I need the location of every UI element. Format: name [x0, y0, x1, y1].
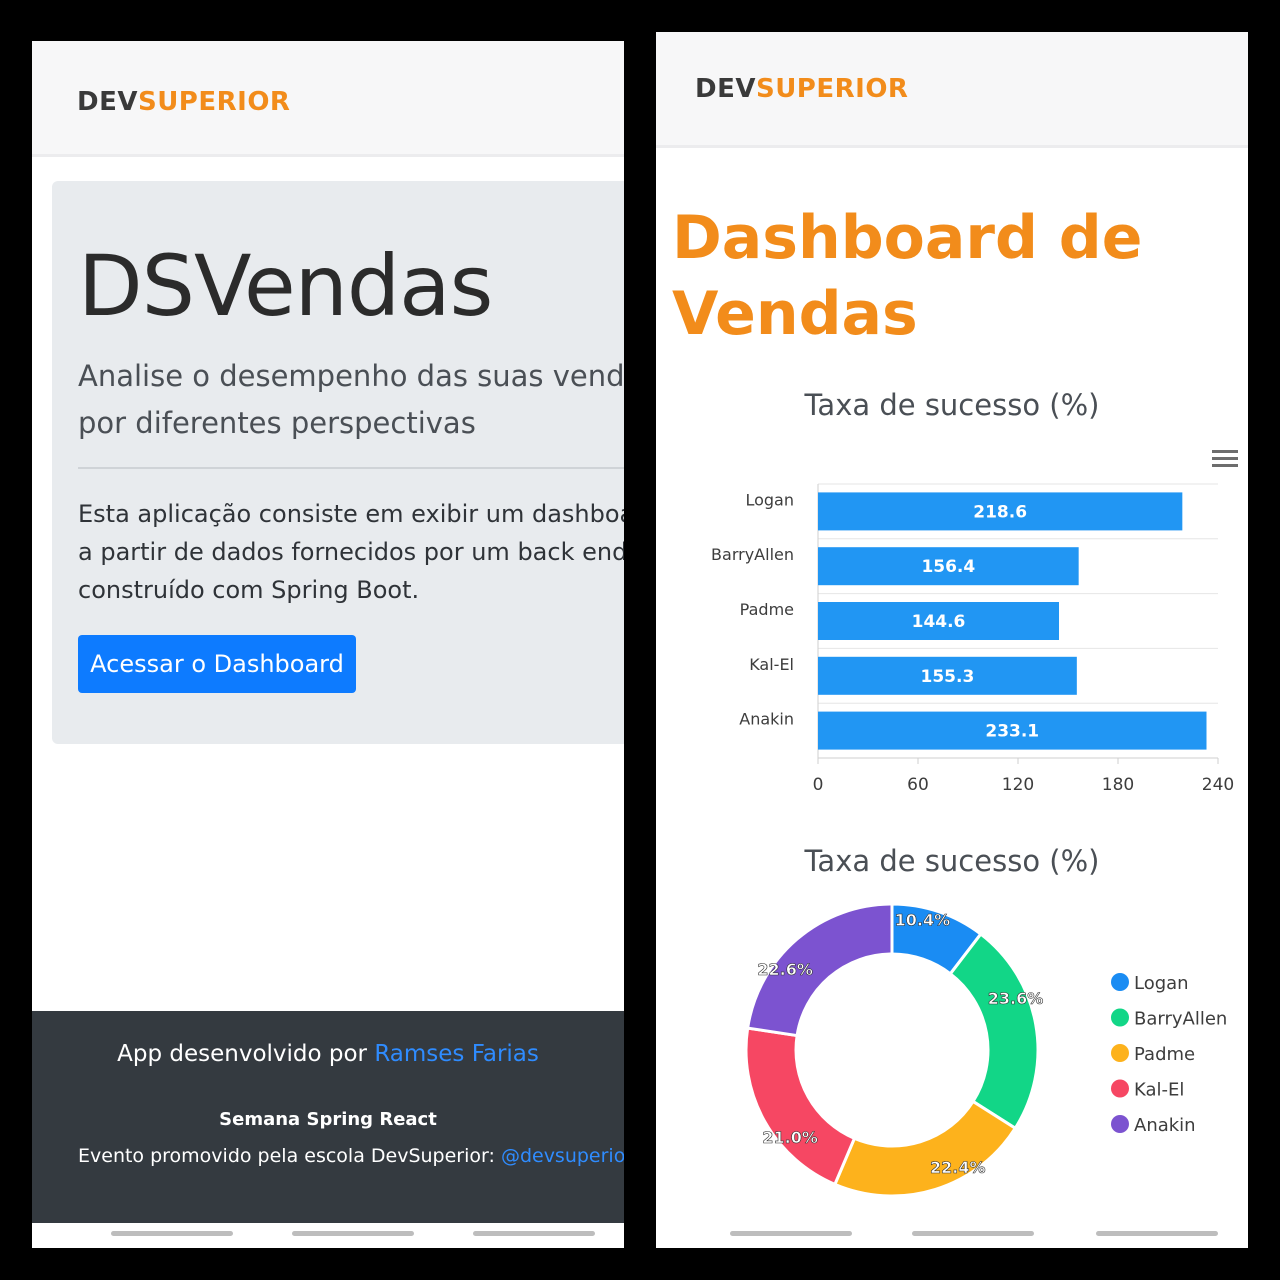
x-tick-label: 240 — [1202, 775, 1234, 795]
nav-pill[interactable] — [292, 1231, 414, 1236]
nav-pill[interactable] — [111, 1231, 233, 1236]
bar-data-label: 233.1 — [985, 722, 1039, 742]
slice-value-label: 23.6% — [988, 989, 1044, 1008]
bar-chart-title: Taxa de sucesso (%) — [804, 388, 1100, 422]
donut-chart-title: Taxa de sucesso (%) — [804, 844, 1100, 878]
slice-value-label: 22.4% — [930, 1158, 986, 1177]
devsuperior-logo[interactable]: DEVSUPERIOR — [77, 87, 290, 117]
bar-data-label: 144.6 — [912, 612, 966, 632]
footer-event-name: Semana Spring React — [219, 1109, 437, 1130]
category-label: Kal-El — [749, 655, 794, 674]
footer: App desenvolvido por Ramses Farias Seman… — [32, 1011, 624, 1223]
divider — [78, 467, 624, 469]
app-title: DSVendas — [78, 237, 493, 335]
nav-pill[interactable] — [473, 1231, 595, 1236]
donut-slice-padme[interactable] — [832, 1099, 1018, 1198]
access-dashboard-button[interactable]: Acessar o Dashboard — [78, 635, 356, 693]
description-text: Esta aplicação consiste em exibir um das… — [78, 500, 624, 604]
nav-pill[interactable] — [1096, 1231, 1218, 1236]
donut-slice-kal-el[interactable] — [744, 1026, 857, 1187]
slice-value-label: 22.6% — [757, 960, 813, 979]
legend-marker — [1111, 1115, 1129, 1133]
system-nav-bar — [32, 1223, 624, 1248]
slice-value-label: 21.0% — [762, 1128, 818, 1147]
legend-item-anakin[interactable]: Anakin — [1134, 1115, 1196, 1136]
bar-data-label: 218.6 — [973, 502, 1027, 522]
category-label: Anakin — [739, 710, 794, 729]
category-label: BarryAllen — [711, 545, 794, 564]
page-title: Dashboard de Vendas — [672, 203, 1143, 349]
bar-data-label: 156.4 — [921, 557, 975, 577]
legend-item-kal-el[interactable]: Kal-El — [1134, 1080, 1184, 1101]
lead-text: Analise o desempenho das suas vendas por… — [78, 359, 624, 440]
nav-pill[interactable] — [912, 1231, 1034, 1236]
legend-item-logan[interactable]: Logan — [1134, 973, 1189, 994]
author-link[interactable]: Ramses Farias — [374, 1041, 539, 1067]
footer-credit: App desenvolvido por Ramses Farias — [117, 1041, 539, 1067]
slice-value-label: 10.4% — [895, 910, 951, 929]
legend-item-barryallen[interactable]: BarryAllen — [1134, 1009, 1227, 1030]
jumbotron: DSVendas Analise o desempenho das suas v… — [52, 181, 624, 744]
navbar: DEVSUPERIOR — [656, 32, 1248, 148]
legend-marker — [1111, 1044, 1129, 1062]
legend-marker — [1111, 1079, 1129, 1098]
category-label: Logan — [745, 490, 794, 509]
category-label: Padme — [740, 600, 794, 619]
dashboard-screen: DEVSUPERIOR Dashboard de Vendas Taxa de … — [656, 32, 1248, 1248]
footer-event-promo: Evento promovido pela escola DevSuperior… — [78, 1145, 624, 1167]
bar-data-label: 155.3 — [921, 667, 975, 687]
x-tick-label: 0 — [813, 775, 824, 795]
devsuperior-logo[interactable]: DEVSUPERIOR — [695, 74, 908, 104]
x-tick-label: 60 — [907, 775, 929, 795]
instagram-link[interactable]: @devsuperior.ig — [501, 1145, 624, 1167]
system-nav-bar — [656, 1223, 1248, 1248]
home-screen: DEVSUPERIOR DSVendas Analise o desempenh… — [32, 41, 624, 1248]
donut-slice-barryallen[interactable] — [948, 931, 1040, 1131]
bar-chart: 218.6 Logan 156.4 BarryAllen 144.6 Padme 155.3… — [711, 483, 1234, 795]
donut-chart: 10.4% 23.6% 22.4% 21.0% 22.6% Logan BarryAllen… — [744, 902, 1227, 1198]
x-tick-label: 180 — [1102, 775, 1134, 795]
x-tick-label: 120 — [1002, 775, 1034, 795]
legend-item-padme[interactable]: Padme — [1134, 1044, 1195, 1065]
navbar: DEVSUPERIOR — [32, 41, 624, 157]
legend-marker — [1111, 973, 1129, 991]
nav-pill[interactable] — [730, 1231, 852, 1236]
legend-marker — [1111, 1008, 1129, 1027]
hamburger-menu-icon[interactable] — [1212, 450, 1238, 468]
